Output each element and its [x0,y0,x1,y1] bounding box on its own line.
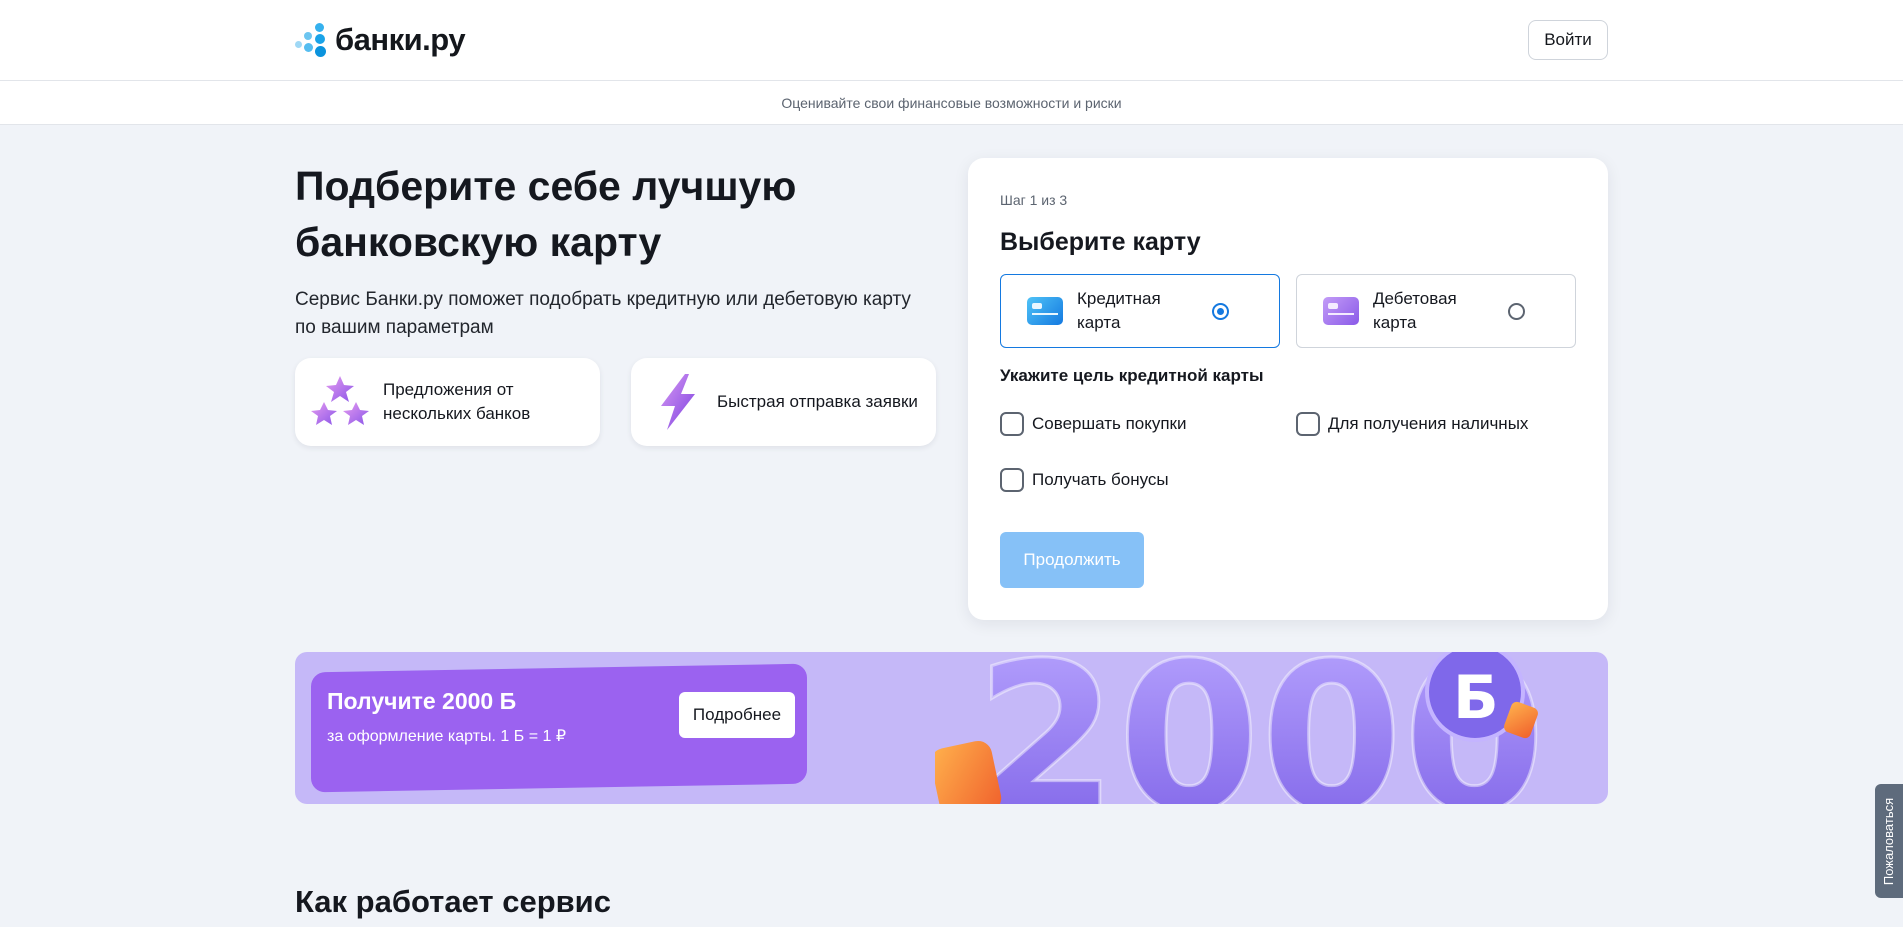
credit-card-icon [1027,297,1063,325]
feature-card-banks: Предложения от нескольких банков [295,358,600,446]
option-label: Кредитная карта [1077,289,1161,332]
checkbox-box[interactable] [1296,412,1320,436]
debit-card-icon [1323,297,1359,325]
complain-label: Пожаловаться [1881,797,1897,885]
option-label: Дебетовая карта [1373,289,1457,332]
stars-icon [311,376,369,425]
tagline-bar: Оценивайте свои финансовые возможности и… [0,81,1903,125]
purpose-title: Укажите цель кредитной карты [1000,366,1264,385]
login-button[interactable]: Войти [1528,20,1608,60]
promo-subtitle: за оформление карты. 1 Б = 1 ₽ [327,728,567,745]
header: банки.ру Войти [0,0,1903,81]
graphic-badge: Б [1453,663,1499,733]
checkbox-label: Получать бонусы [1032,470,1169,489]
option-debit-card[interactable]: Дебетовая карта [1296,274,1576,348]
checkbox-box[interactable] [1000,412,1024,436]
promo-title: Получите 2000 Б [327,688,517,714]
feature-card-fast: Быстрая отправка заявки [631,358,936,446]
checkbox-purchases[interactable]: Совершать покупки [1000,412,1187,436]
page-title: Подберите себе лучшую банковскую карту [295,163,797,265]
logo-dots-icon [295,23,329,57]
promo-banner[interactable]: 2000 Б Получите 2000 Б за оформление кар… [295,652,1608,804]
lightning-icon [661,374,695,430]
logo[interactable]: банки.ру [295,22,466,58]
bonus-2000-graphic: 2000 Б [935,652,1547,804]
option-credit-card[interactable]: Кредитная карта [1000,274,1280,348]
complain-tab[interactable]: Пожаловаться [1875,784,1903,898]
feature-text: Предложения от нескольких банков [383,380,531,423]
card-selection-form: Шаг 1 из 3 Выберите карту Кредитная карт… [968,158,1608,620]
form-title: Выберите карту [1000,228,1201,256]
continue-button[interactable]: Продолжить [1000,532,1144,588]
section-title-how-it-works: Как работает сервис [295,884,611,919]
tagline-text: Оценивайте свои финансовые возможности и… [781,94,1122,111]
page-description: Сервис Банки.ру поможет подобрать кредит… [295,289,911,338]
more-button[interactable]: Подробнее [679,692,795,738]
logo-text: банки.ру [335,22,466,57]
radio-credit-card[interactable] [1212,303,1229,320]
step-indicator: Шаг 1 из 3 [1000,192,1068,208]
checkbox-label: Совершать покупки [1032,414,1187,433]
feature-text: Быстрая отправка заявки [717,392,918,411]
checkbox-cash[interactable]: Для получения наличных [1296,412,1528,436]
checkbox-bonuses[interactable]: Получать бонусы [1000,468,1169,492]
radio-debit-card[interactable] [1508,303,1525,320]
checkbox-label: Для получения наличных [1328,414,1529,433]
checkbox-box[interactable] [1000,468,1024,492]
